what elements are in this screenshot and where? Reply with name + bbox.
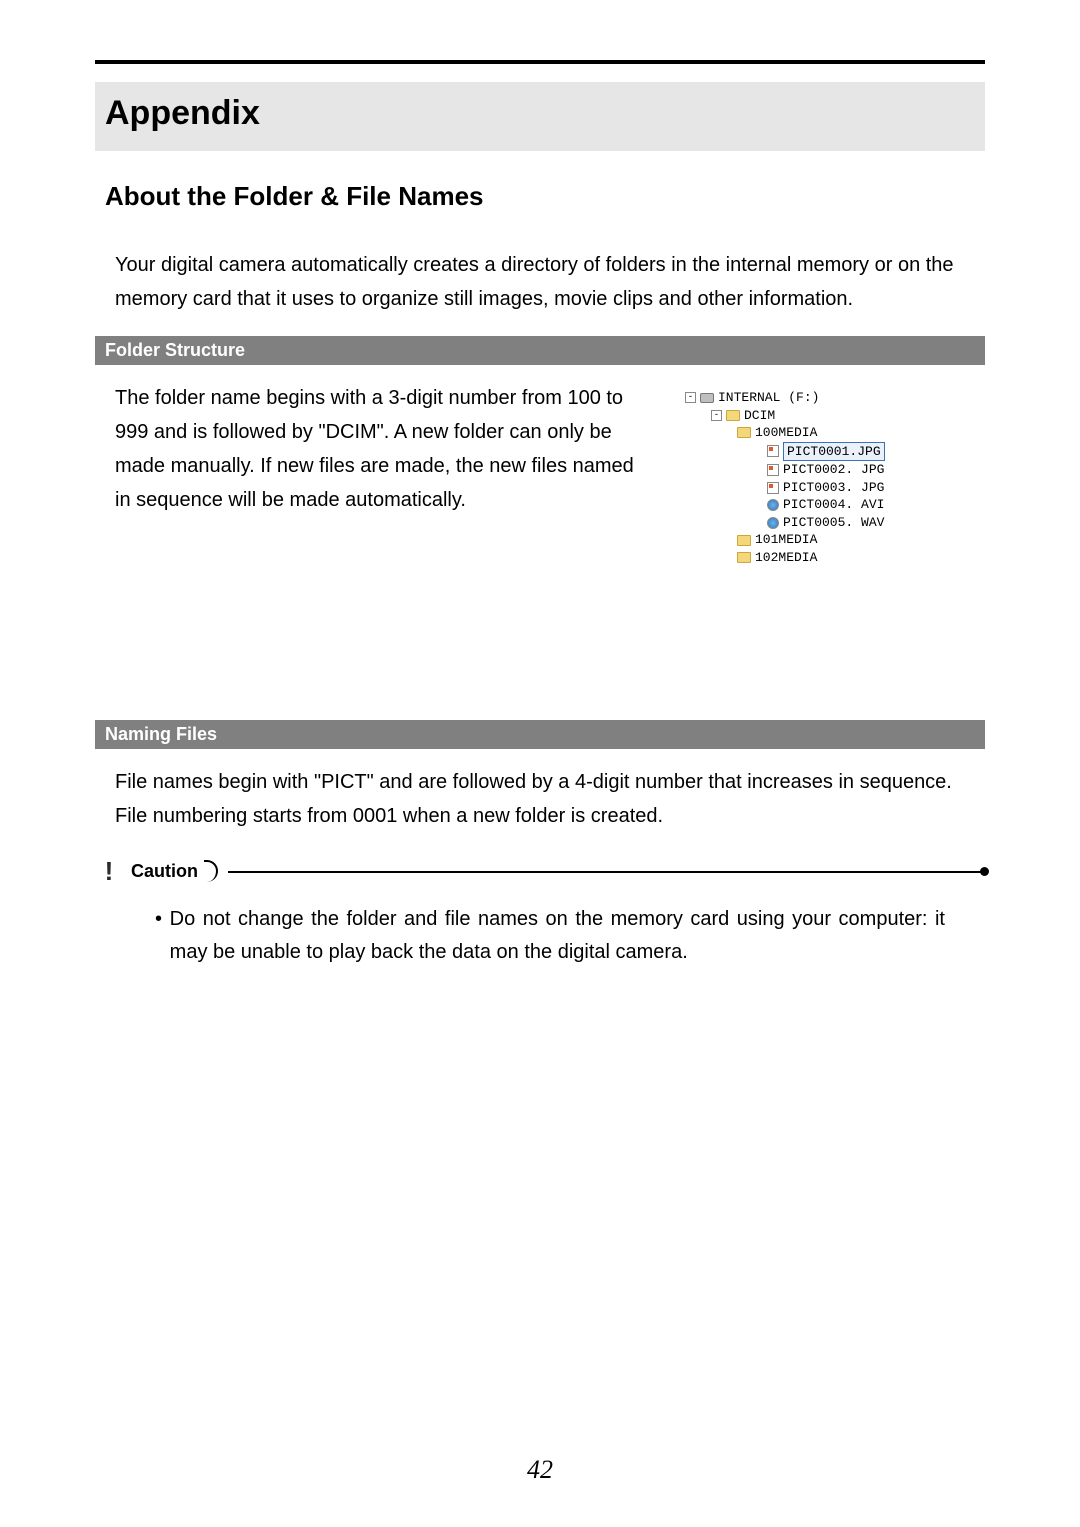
tree-dcim-label: DCIM: [744, 407, 775, 425]
folder-icon: [737, 552, 751, 563]
tree-file-row: PICT0002. JPG: [671, 461, 959, 479]
naming-files-heading: Naming Files: [95, 720, 985, 749]
folder-icon: [737, 535, 751, 546]
collapse-icon: -: [711, 410, 722, 421]
caution-label: ! Caution: [95, 857, 228, 885]
tree-file-label: PICT0002. JPG: [783, 461, 884, 479]
image-file-icon: [767, 445, 779, 457]
caution-bullet: • Do not change the folder and file name…: [155, 903, 945, 969]
tree-file-label: PICT0003. JPG: [783, 479, 884, 497]
folder-icon: [737, 427, 751, 438]
caution-text: Caution: [131, 861, 198, 882]
tree-folder-label: 100MEDIA: [755, 424, 817, 442]
tree-folder-label: 102MEDIA: [755, 549, 817, 567]
image-file-icon: [767, 482, 779, 494]
caution-rule: [225, 871, 985, 873]
folder-structure-heading: Folder Structure: [95, 336, 985, 365]
tree-file-row: PICT0001.JPG: [671, 442, 959, 462]
tree-drive-label: INTERNAL (F:): [718, 389, 819, 407]
intro-paragraph: Your digital camera automatically create…: [115, 248, 965, 316]
page-number: 42: [0, 1455, 1080, 1485]
tree-drive-row: - INTERNAL (F:): [671, 389, 959, 407]
tree-folder-row: 100MEDIA: [671, 424, 959, 442]
exclamation-icon: !: [95, 857, 123, 885]
tree-folder-row: 102MEDIA: [671, 549, 959, 567]
naming-files-body: File names begin with "PICT" and are fol…: [115, 765, 965, 833]
tree-file-row: PICT0003. JPG: [671, 479, 959, 497]
tree-file-label: PICT0004. AVI: [783, 496, 884, 514]
appendix-heading-band: Appendix: [95, 82, 985, 151]
top-rule: [95, 60, 985, 64]
tree-dcim-row: - DCIM: [671, 407, 959, 425]
tree-folder-label: 101MEDIA: [755, 531, 817, 549]
media-file-icon: [767, 499, 779, 511]
media-file-icon: [767, 517, 779, 529]
caution-bullet-text: Do not change the folder and file names …: [170, 903, 945, 969]
folder-icon: [726, 410, 740, 421]
section-heading: About the Folder & File Names: [105, 181, 975, 212]
caution-block: ! Caution: [95, 857, 985, 885]
tree-file-label: PICT0001.JPG: [783, 442, 885, 462]
image-file-icon: [767, 464, 779, 476]
tree-file-row: PICT0005. WAV: [671, 514, 959, 532]
collapse-icon: -: [685, 392, 696, 403]
caution-dot-icon: [980, 867, 989, 876]
folder-structure-body: The folder name begins with a 3-digit nu…: [115, 381, 641, 517]
tree-file-label: PICT0005. WAV: [783, 514, 884, 532]
appendix-heading: Appendix: [105, 94, 975, 133]
document-page: Appendix About the Folder & File Names Y…: [0, 0, 1080, 1527]
caution-curve-icon: [204, 860, 218, 882]
drive-icon: [700, 393, 714, 403]
folder-tree: - INTERNAL (F:) - DCIM 100MEDIA PICT0001…: [665, 381, 965, 586]
folder-structure-row: The folder name begins with a 3-digit nu…: [115, 381, 965, 586]
spacer: [95, 626, 985, 716]
bullet-icon: •: [155, 903, 170, 969]
tree-folder-row: 101MEDIA: [671, 531, 959, 549]
tree-file-row: PICT0004. AVI: [671, 496, 959, 514]
